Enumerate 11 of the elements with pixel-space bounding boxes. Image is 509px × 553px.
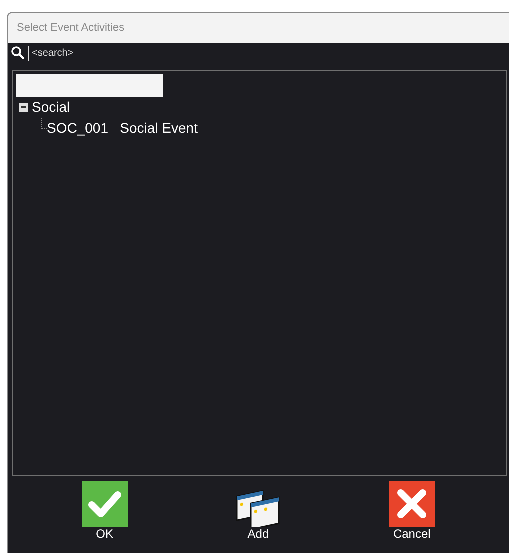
checkmark-icon <box>82 481 128 527</box>
search-field[interactable]: <search> <box>32 46 332 60</box>
window-title: Select Event Activities <box>17 20 125 36</box>
tree-node[interactable]: Social <box>32 96 70 118</box>
tree-node[interactable]: SOC_001 Social Event <box>47 118 198 138</box>
close-icon <box>389 481 436 527</box>
search-icon <box>11 46 25 60</box>
collapse-toggle[interactable] <box>19 102 28 112</box>
add-button[interactable]: Add <box>218 481 298 541</box>
ok-button[interactable]: OK <box>64 481 145 541</box>
cancel-button[interactable]: Cancel <box>372 481 452 541</box>
